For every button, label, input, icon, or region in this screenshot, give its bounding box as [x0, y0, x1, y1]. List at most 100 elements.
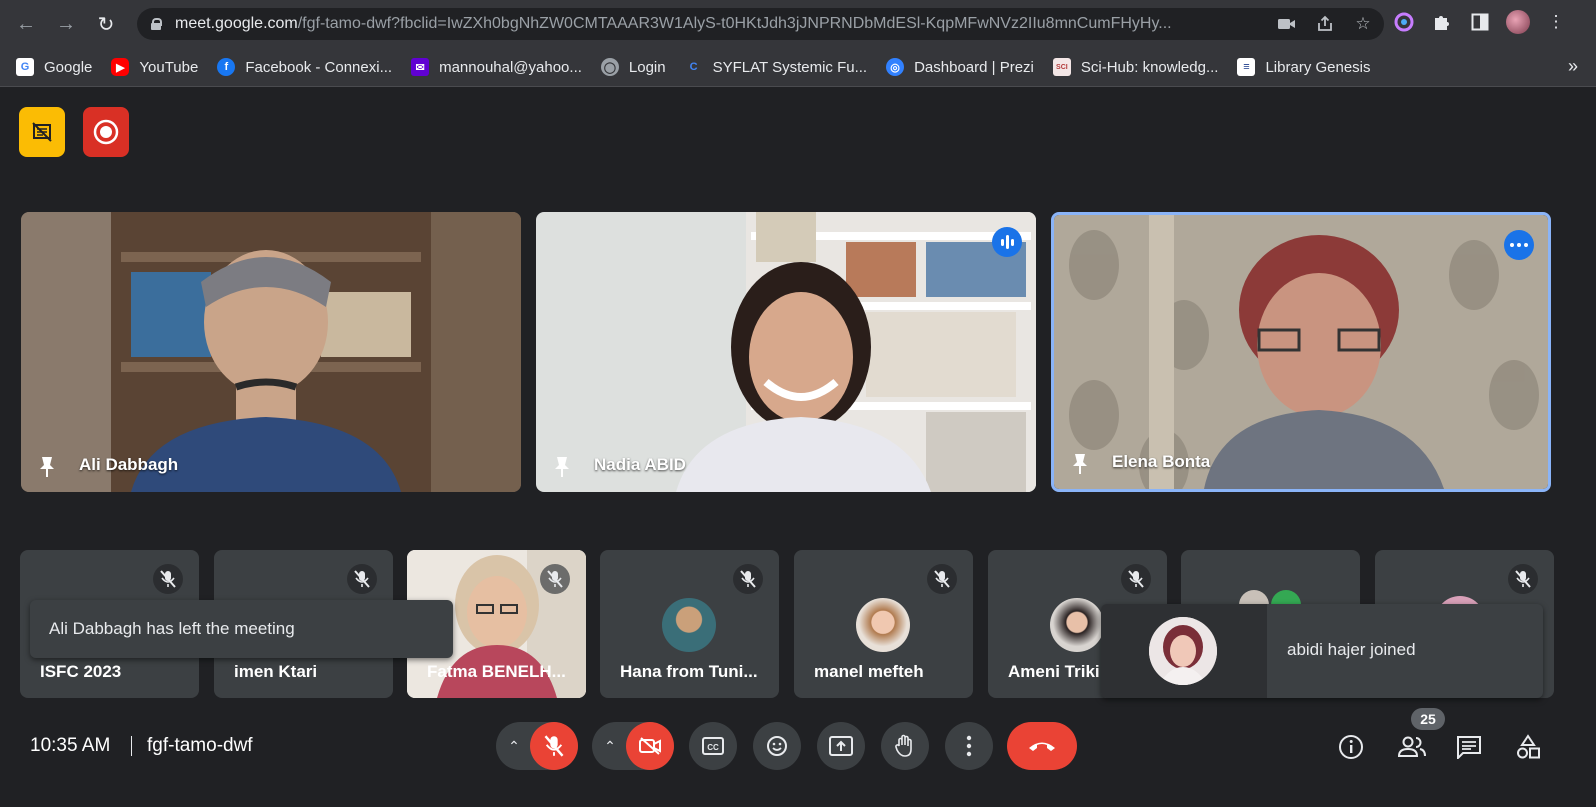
no-presentation-badge[interactable]: [19, 107, 65, 157]
activities-button[interactable]: [1514, 733, 1542, 761]
more-options-button[interactable]: [945, 722, 993, 770]
notification-text: Ali Dabbagh has left the meeting: [49, 619, 295, 638]
divider: [131, 736, 132, 756]
avatar: [1050, 598, 1104, 652]
participant-tile-elena[interactable]: Elena Bonta: [1051, 212, 1551, 492]
bookmarks-overflow-icon[interactable]: »: [1568, 56, 1578, 77]
camera-off-icon: [639, 737, 661, 755]
hand-icon: [895, 734, 912, 757]
participant-tile-nadia[interactable]: Nadia ABID: [536, 212, 1036, 492]
participant-tile-ali[interactable]: Ali Dabbagh: [21, 212, 521, 492]
bookmark-prezi[interactable]: ◎ Dashboard | Prezi: [886, 58, 1034, 76]
reload-icon[interactable]: ↻: [92, 10, 120, 38]
url-text[interactable]: meet.google.com/fgf-tamo-dwf?fbclid=IwZX…: [175, 15, 1250, 33]
participant-name: manel mefteh: [814, 662, 924, 681]
bookmarks-bar: G Google ▶ YouTube f Facebook - Connexi.…: [0, 48, 1596, 87]
participant-count-badge: 25: [1411, 708, 1445, 730]
camera-indicator-icon[interactable]: [1276, 13, 1298, 35]
mic-off-icon: [1121, 564, 1151, 594]
participant-tile-hana[interactable]: Hana from Tuni...: [600, 550, 779, 698]
bookmark-yahoo-mail[interactable]: ✉ mannouhal@yahoo...: [411, 58, 582, 76]
avatar: [1149, 617, 1217, 685]
participant-tile-manel[interactable]: manel mefteh: [794, 550, 973, 698]
side-panel-icon[interactable]: [1468, 10, 1492, 34]
present-screen-icon: [829, 736, 853, 756]
bookmark-syflat[interactable]: C SYFLAT Systemic Fu...: [685, 58, 867, 76]
chevron-up-icon[interactable]: ⌃: [601, 737, 619, 755]
participant-name: ISFC 2023: [40, 662, 122, 681]
forward-arrow-icon[interactable]: →: [52, 10, 80, 38]
pin-icon[interactable]: [39, 456, 55, 478]
youtube-icon: ▶: [111, 58, 130, 76]
participant-name: Ameni Triki: [1008, 662, 1100, 681]
star-icon[interactable]: ☆: [1352, 13, 1374, 35]
mic-off-icon: [927, 564, 957, 594]
profile-avatar[interactable]: [1506, 10, 1530, 34]
meeting-time: 10:35 AM: [30, 735, 111, 756]
avatar: [856, 598, 910, 652]
camera-toggle-button[interactable]: [626, 722, 674, 770]
bookmark-libgen[interactable]: ≡ Library Genesis: [1237, 58, 1371, 76]
bookmark-scihub[interactable]: SCI Sci-Hub: knowledg...: [1052, 58, 1218, 76]
speaking-indicator-icon: [992, 227, 1022, 257]
yahoo-mail-icon: ✉: [411, 58, 430, 76]
closed-captions-icon: CC: [702, 737, 724, 755]
browser-menu-icon[interactable]: ⋮: [1544, 10, 1568, 34]
chevron-up-icon[interactable]: ⌃: [505, 737, 523, 755]
facebook-icon: f: [217, 58, 236, 76]
slash-screen-icon: [32, 122, 52, 142]
end-call-icon: [1029, 742, 1055, 751]
mic-off-icon: [1508, 564, 1538, 594]
participant-video: [1054, 215, 1548, 489]
bookmark-youtube[interactable]: ▶ YouTube: [111, 58, 198, 76]
pin-icon[interactable]: [1072, 453, 1088, 475]
lock-icon[interactable]: [151, 18, 162, 30]
mic-off-icon: [544, 735, 564, 757]
record-icon: [93, 119, 119, 145]
google-icon: G: [16, 58, 34, 76]
reactions-button[interactable]: [753, 722, 801, 770]
participant-name: imen Ktari: [234, 662, 318, 681]
left-meeting-notification: Ali Dabbagh has left the meeting: [30, 600, 453, 658]
joined-notification[interactable]: abidi hajer joined: [1101, 604, 1543, 698]
meeting-details-button[interactable]: [1337, 733, 1365, 761]
leave-call-button[interactable]: [1007, 722, 1077, 770]
puzzle-extensions-icon[interactable]: [1430, 10, 1454, 34]
emoji-icon: [767, 736, 787, 756]
meeting-code[interactable]: fgf-tamo-dwf: [147, 735, 253, 757]
bookmark-login[interactable]: ◯ Login: [600, 58, 666, 76]
participant-name: Fatma BENELH...: [427, 662, 566, 681]
scihub-icon: SCI: [1052, 58, 1071, 76]
raise-hand-button[interactable]: [881, 722, 929, 770]
present-screen-button[interactable]: [817, 722, 865, 770]
participant-name: Ali Dabbagh: [79, 455, 179, 474]
chat-button[interactable]: [1455, 733, 1483, 761]
participant-name: Elena Bonta: [1112, 452, 1211, 471]
mic-off-icon: [540, 564, 570, 594]
pin-icon[interactable]: [554, 456, 570, 478]
extension-circle-icon[interactable]: [1392, 10, 1416, 34]
libgen-icon: ≡: [1237, 58, 1256, 76]
svg-text:CC: CC: [707, 743, 719, 752]
mic-off-icon: [153, 564, 183, 594]
recording-badge[interactable]: [83, 107, 129, 157]
captions-button[interactable]: CC: [689, 722, 737, 770]
mic-off-icon: [733, 564, 763, 594]
notification-text: abidi hajer joined: [1287, 640, 1416, 659]
mic-off-icon: [347, 564, 377, 594]
share-icon[interactable]: [1314, 13, 1336, 35]
mic-toggle-button[interactable]: [530, 722, 578, 770]
chat-icon: [1457, 736, 1481, 759]
people-button[interactable]: [1396, 733, 1428, 761]
bookmark-google[interactable]: G Google: [16, 58, 92, 76]
more-options-icon[interactable]: [1504, 230, 1534, 260]
participant-name: Nadia ABID: [594, 455, 686, 474]
activities-shapes-icon: [1517, 734, 1540, 759]
info-icon: [1339, 735, 1363, 759]
participant-name: Hana from Tuni...: [620, 662, 758, 681]
prezi-icon: ◎: [886, 58, 905, 76]
back-arrow-icon[interactable]: ←: [12, 10, 40, 38]
address-bar[interactable]: meet.google.com/fgf-tamo-dwf?fbclid=IwZX…: [137, 8, 1384, 40]
bookmark-facebook[interactable]: f Facebook - Connexi...: [217, 58, 392, 76]
participant-video: [536, 212, 1036, 492]
